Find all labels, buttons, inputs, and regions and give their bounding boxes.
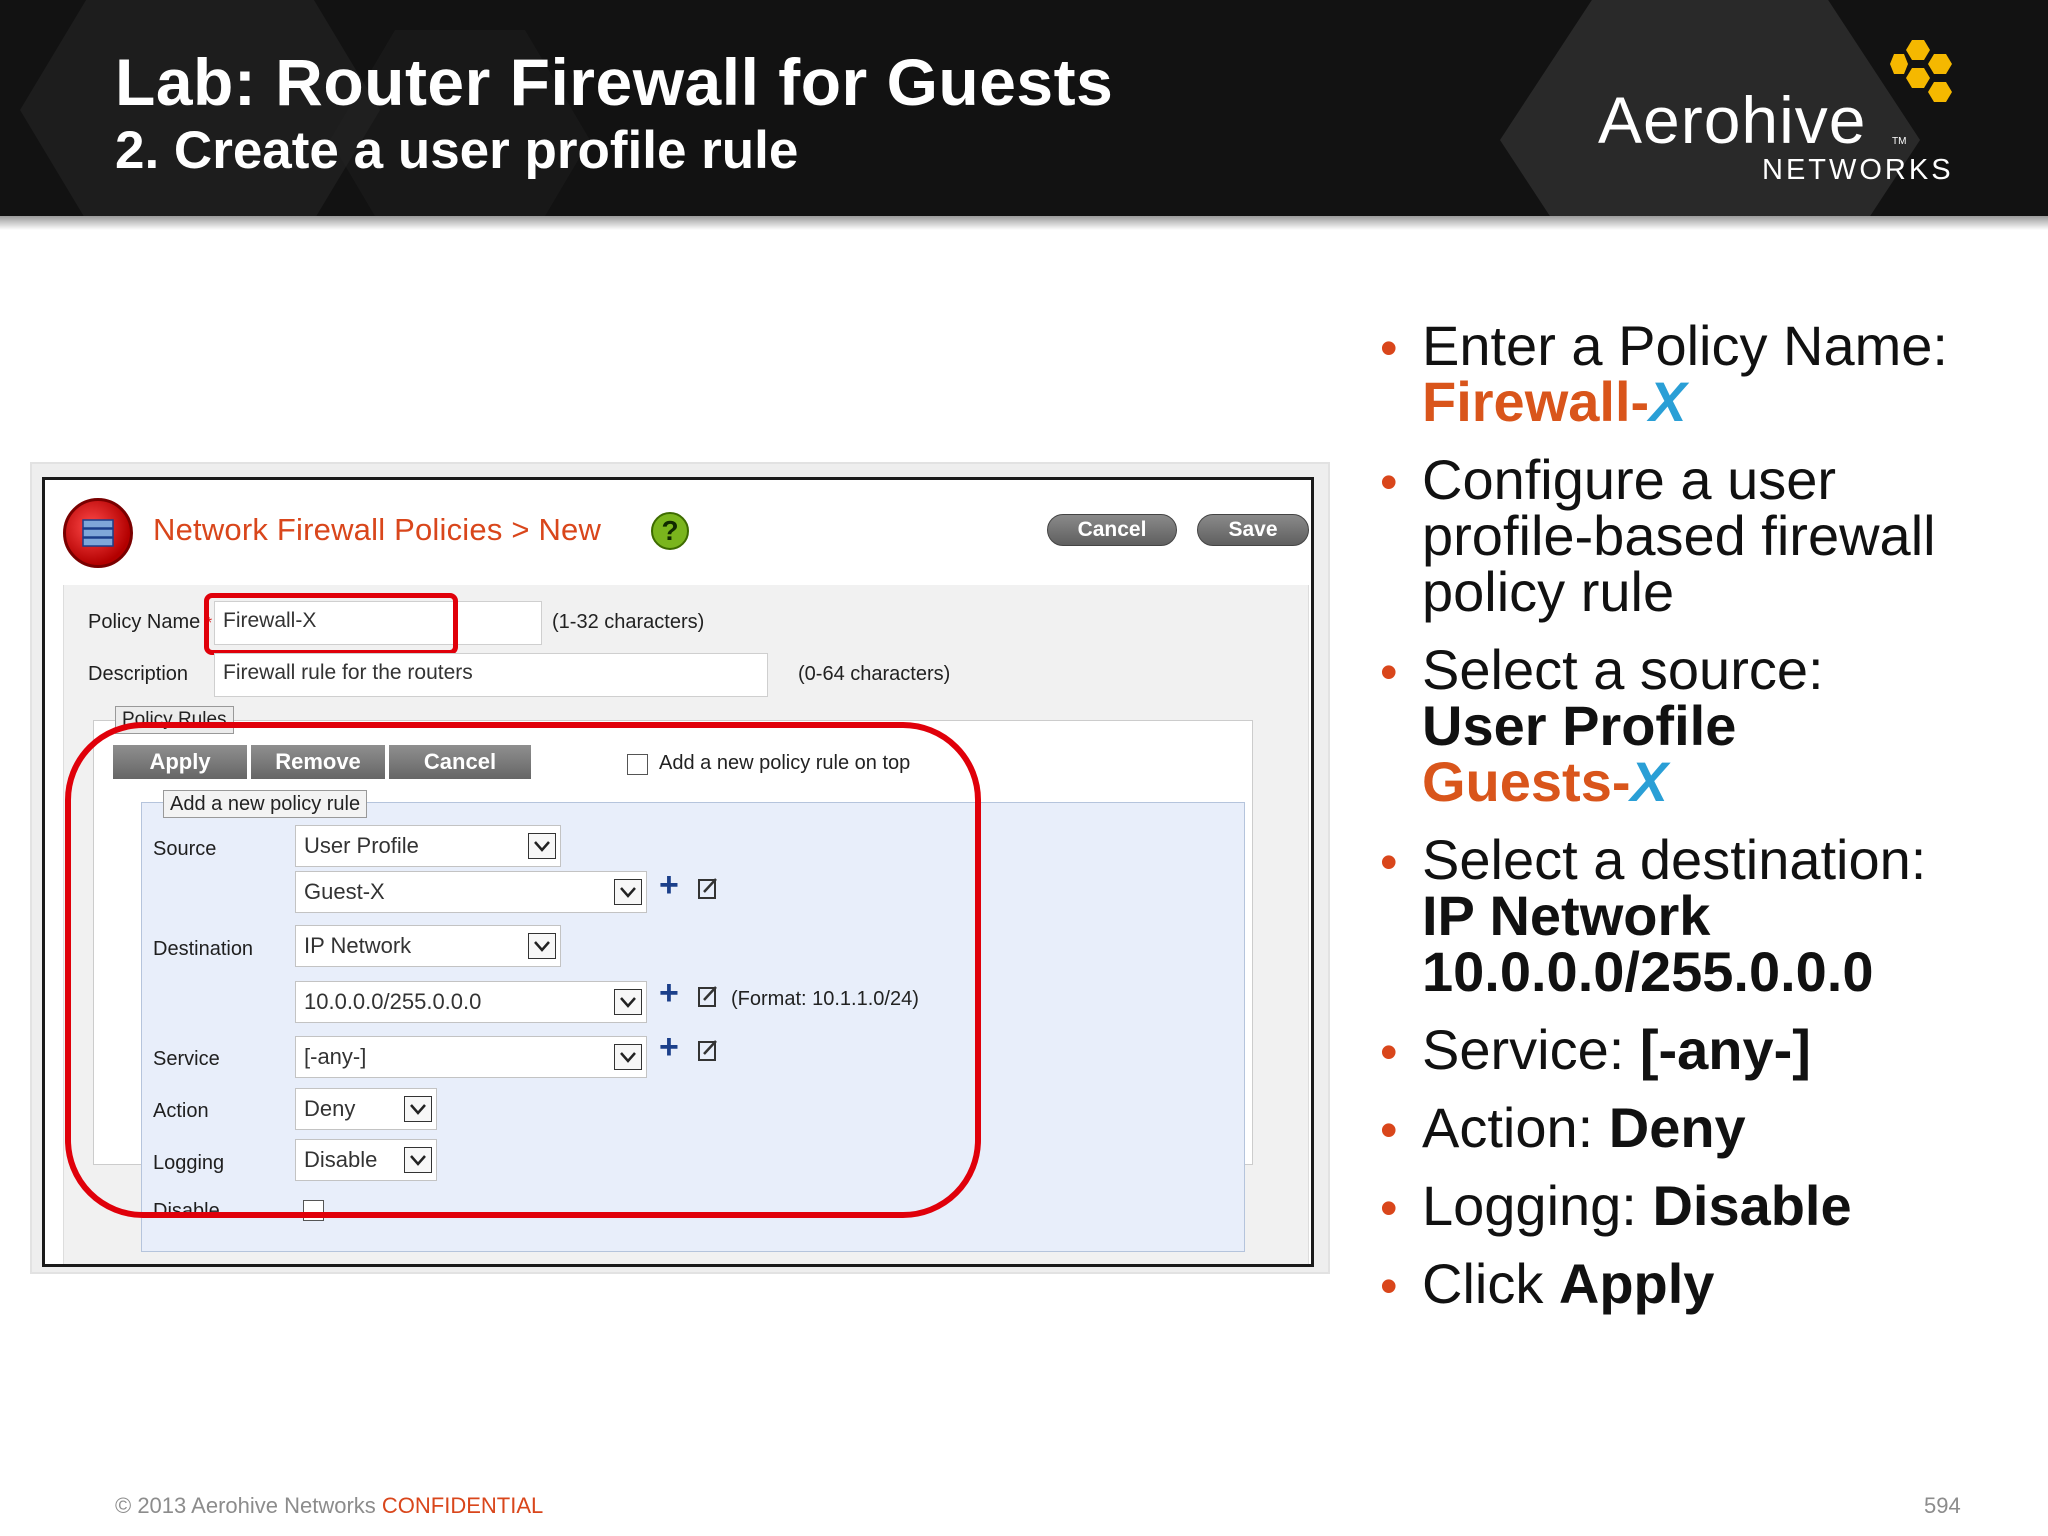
page-header: Network Firewall Policies > New ? Cancel… [45, 480, 1311, 585]
policy-name-label: Policy Name * [88, 611, 213, 633]
page-number: 594 [1924, 1493, 1961, 1518]
bullet-action: • Action: Deny [1380, 1096, 1746, 1159]
help-icon[interactable]: ? [651, 512, 689, 550]
bullet-icon: • [1380, 644, 1398, 700]
bullet-icon: • [1380, 1102, 1398, 1158]
bullet-icon: • [1380, 834, 1398, 890]
policy-name-highlight [204, 593, 458, 655]
aerohive-logo: Aerohive TM NETWORKS [1590, 36, 1970, 196]
bullet-policy-name: • Enter a Policy Name: Firewall-X [1380, 314, 1948, 433]
logo-trademark: TM [1892, 136, 1907, 147]
bullet-service: • Service: [-any-] [1380, 1018, 1811, 1081]
bullet-configure-rule: • Configure a user profile-based firewal… [1380, 448, 1936, 623]
banner-shadow [0, 216, 2048, 230]
footer-copyright: © 2013 Aerohive Networks CONFIDENTIAL [115, 1493, 544, 1518]
slide-title: Lab: Router Firewall for Guests [115, 45, 1114, 119]
firewall-app-icon [63, 498, 133, 568]
bullet-icon: • [1380, 1024, 1398, 1080]
policy-rule-highlight [65, 722, 981, 1218]
description-label: Description [88, 663, 189, 685]
bullet-icon: • [1380, 320, 1398, 376]
instruction-list: • Enter a Policy Name: Firewall-X • Conf… [1380, 318, 2020, 1334]
bullet-destination: • Select a destination: IP Network 10.0.… [1380, 828, 1927, 1003]
logo-networks-text: NETWORKS [1762, 154, 1954, 186]
bullet-source: • Select a source: User Profile Guests-X [1380, 638, 1824, 813]
bullet-icon: • [1380, 1180, 1398, 1236]
bullet-icon: • [1380, 1258, 1398, 1314]
bullet-icon: • [1380, 454, 1398, 510]
bullet-logging: • Logging: Disable [1380, 1174, 1852, 1237]
cancel-button[interactable]: Cancel [1047, 514, 1177, 546]
title-banner: Lab: Router Firewall for Guests 2. Creat… [0, 0, 2048, 216]
logo-wordmark: Aerohive [1598, 83, 1867, 157]
confidential-label: CONFIDENTIAL [381, 1493, 544, 1518]
firewall-policy-screenshot: Network Firewall Policies > New ? Cancel… [42, 477, 1314, 1267]
honeycomb-logo-icon [1890, 40, 1952, 102]
bullet-apply: • Click Apply [1380, 1252, 1715, 1315]
policy-name-hint: (1-32 characters) [552, 611, 705, 633]
description-input[interactable]: Firewall rule for the routers [214, 653, 768, 697]
description-hint: (0-64 characters) [798, 663, 951, 685]
slide-subtitle: 2. Create a user profile rule [115, 121, 799, 180]
breadcrumb: Network Firewall Policies > New [153, 512, 602, 547]
save-button[interactable]: Save [1197, 514, 1309, 546]
